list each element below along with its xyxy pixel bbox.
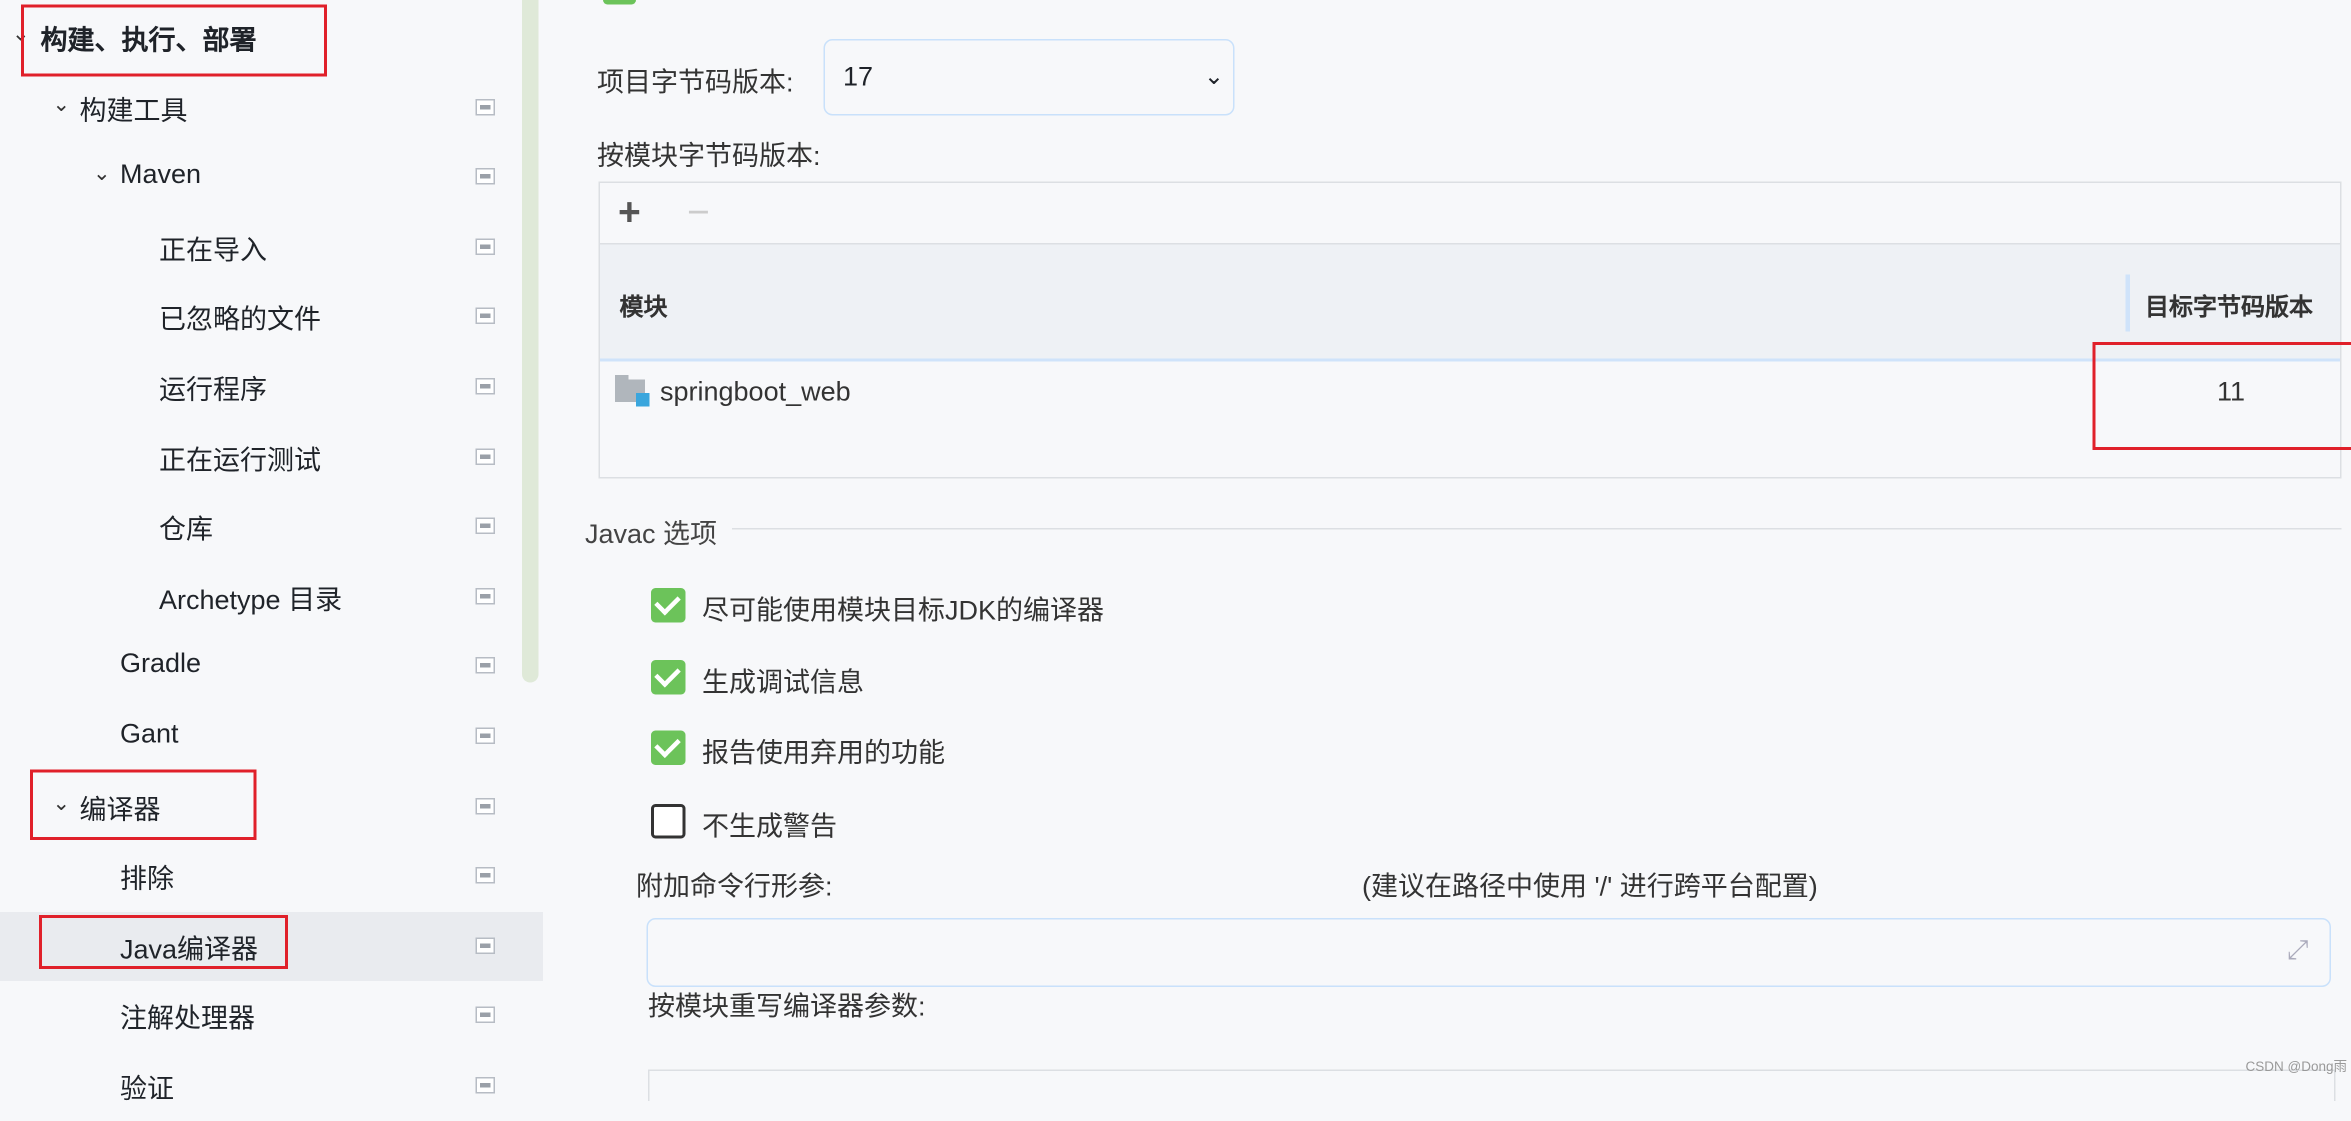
- project-settings-icon: [476, 308, 496, 325]
- javac-section-title: Javac 选项: [585, 513, 717, 552]
- sidebar-item[interactable]: 排除: [0, 842, 543, 911]
- chevron-down-icon: ⌄: [1204, 62, 1224, 92]
- sidebar-item-label: Gant: [120, 719, 179, 751]
- project-settings-icon: [476, 937, 496, 954]
- sidebar-item-label: 排除: [120, 858, 174, 897]
- option-label[interactable]: 生成调试信息: [702, 662, 864, 701]
- sidebar-item[interactable]: 注解处理器: [0, 982, 543, 1051]
- extra-args-input[interactable]: ⤢: [647, 918, 2332, 987]
- option-label[interactable]: 报告使用弃用的功能: [702, 732, 945, 771]
- sidebar-item[interactable]: Gradle: [0, 632, 543, 701]
- chevron-down-icon[interactable]: ⌄: [53, 91, 71, 117]
- override-params-label: 按模块重写编译器参数:: [648, 986, 926, 1025]
- option-checkbox[interactable]: [651, 660, 686, 695]
- table-header: 模块 目标字节码版本: [600, 243, 2340, 362]
- project-bytecode-label: 项目字节码版本:: [597, 62, 794, 101]
- option-label[interactable]: 不生成警告: [702, 806, 837, 845]
- sidebar-scrollbar[interactable]: [522, 0, 539, 683]
- column-header-module[interactable]: 模块: [620, 287, 668, 323]
- sidebar-item-label: 仓库: [159, 509, 213, 548]
- sidebar-item[interactable]: 仓库: [0, 492, 543, 561]
- project-settings-icon: [476, 1007, 496, 1024]
- expand-icon[interactable]: ⤢: [2287, 935, 2309, 967]
- table-row[interactable]: springboot_web 11: [600, 362, 2340, 428]
- project-settings-icon: [476, 797, 496, 814]
- sidebar-item[interactable]: Archetype 目录: [0, 562, 543, 631]
- extra-args-hint: (建议在路径中使用 '/' 进行跨平台配置): [1362, 866, 1818, 905]
- sidebar-item[interactable]: 验证: [0, 1052, 543, 1121]
- project-settings-icon: [476, 98, 496, 115]
- column-resize-handle[interactable]: [2126, 275, 2131, 332]
- section-divider: [732, 528, 2342, 530]
- highlight-box: [21, 5, 327, 77]
- remove-button[interactable]: −: [687, 189, 710, 236]
- sidebar-item[interactable]: ⌄ 构建工具: [0, 73, 543, 142]
- highlight-box: [2093, 342, 2351, 450]
- option-label[interactable]: 尽可能使用模块目标JDK的编译器: [702, 590, 1104, 629]
- project-settings-icon: [476, 588, 496, 605]
- highlight-box: [30, 770, 257, 841]
- option-checkbox[interactable]: [651, 731, 686, 766]
- sidebar-item-label: 构建工具: [80, 89, 188, 128]
- option-checkbox[interactable]: [651, 804, 686, 839]
- option-checkbox[interactable]: [651, 588, 686, 623]
- per-module-label: 按模块字节码版本:: [597, 135, 821, 174]
- project-settings-icon: [476, 518, 496, 535]
- checkbox-partial[interactable]: [603, 0, 636, 5]
- module-table: + − 模块 目标字节码版本 springboot_web 11: [599, 182, 2342, 479]
- project-settings-icon: [476, 728, 496, 745]
- sidebar-item[interactable]: 正在导入: [0, 213, 543, 282]
- module-folder-icon: [615, 375, 648, 405]
- chevron-down-icon[interactable]: ⌄: [93, 161, 111, 187]
- sidebar-item-label: 正在导入: [159, 229, 267, 268]
- project-bytecode-select[interactable]: 17 ⌄: [824, 39, 1235, 116]
- sidebar-item[interactable]: ⌄ Maven: [0, 143, 543, 212]
- module-name: springboot_web: [660, 377, 851, 409]
- project-settings-icon: [476, 168, 496, 185]
- project-settings-icon: [476, 448, 496, 465]
- select-value: 17: [843, 62, 873, 94]
- sidebar-item-label: Archetype 目录: [159, 579, 342, 618]
- sidebar-item[interactable]: 正在运行测试: [0, 422, 543, 491]
- project-settings-icon: [476, 867, 496, 884]
- sidebar-item-label: 运行程序: [159, 369, 267, 408]
- sidebar-item-label: 注解处理器: [120, 998, 255, 1037]
- column-header-target-version[interactable]: 目标字节码版本: [2145, 287, 2313, 323]
- add-button[interactable]: +: [618, 189, 641, 236]
- project-settings-icon: [476, 658, 496, 675]
- sidebar-item-label: Gradle: [120, 649, 201, 681]
- sidebar-item-label: 正在运行测试: [159, 439, 321, 478]
- watermark: CSDN @Dong雨: [2246, 1056, 2347, 1076]
- sidebar-item[interactable]: 已忽略的文件: [0, 283, 543, 352]
- sidebar-item[interactable]: Gant: [0, 702, 543, 771]
- sidebar-item[interactable]: 运行程序: [0, 353, 543, 422]
- sidebar-item-label: Maven: [120, 159, 201, 191]
- project-settings-icon: [476, 1077, 496, 1094]
- extra-args-label: 附加命令行形参:: [636, 866, 833, 905]
- project-settings-icon: [476, 238, 496, 255]
- project-settings-icon: [476, 378, 496, 395]
- sidebar-item-label: 验证: [120, 1068, 174, 1107]
- sidebar-item-label: 已忽略的文件: [159, 299, 321, 338]
- highlight-box: [39, 915, 288, 969]
- override-params-table: [648, 1070, 2336, 1102]
